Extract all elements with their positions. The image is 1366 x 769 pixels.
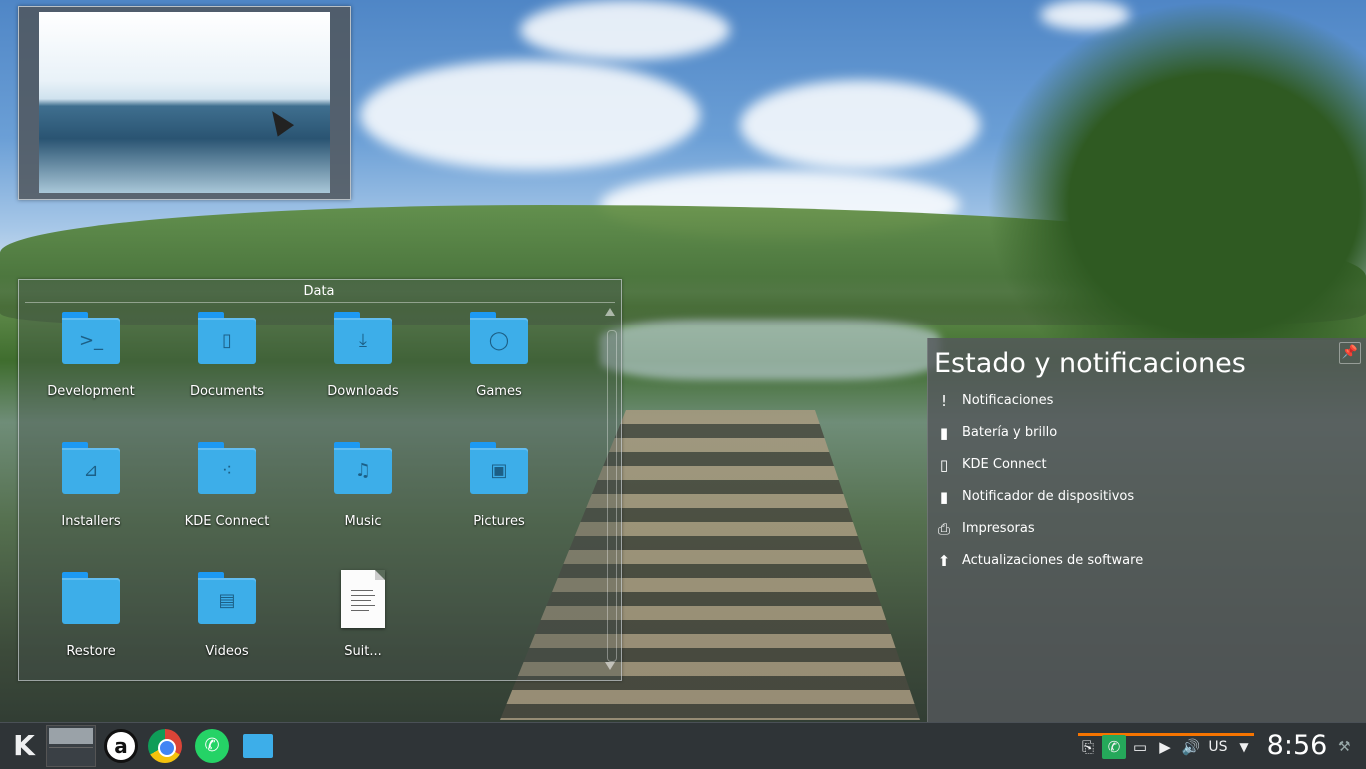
folder-item-label: Restore (66, 644, 116, 659)
scrollbar-track[interactable] (607, 330, 617, 662)
notif-item-bateria[interactable]: ▮ Batería y brillo (934, 421, 1354, 445)
clock[interactable]: 8:56 (1262, 727, 1332, 765)
notif-item-updates[interactable]: ⬆ Actualizaciones de software (934, 549, 1354, 573)
folder-item-videos[interactable]: ▤ Videos (167, 570, 287, 680)
software-updates-icon: ⬆ (937, 552, 951, 570)
volume-icon[interactable]: 🔊 (1180, 735, 1202, 759)
river (600, 320, 940, 380)
folder-item-label: Downloads (327, 384, 399, 399)
display-icon[interactable]: ▭ (1130, 735, 1150, 759)
folder-item-label: KDE Connect (184, 514, 270, 529)
window-thumbnail[interactable] (18, 6, 351, 200)
folder-item-pictures[interactable]: ▣ Pictures (439, 440, 559, 550)
battery-icon: ▮ (939, 424, 949, 442)
folder-kdeconnect-icon: ⁖ (198, 442, 256, 494)
folder-downloads-icon: ⤓ (334, 312, 392, 364)
scroll-up-icon[interactable] (605, 308, 615, 316)
folder-item-label: Music (344, 514, 382, 529)
folder-item-restore[interactable]: Restore (31, 570, 151, 680)
clipboard-icon[interactable]: ⎘ (1078, 735, 1098, 759)
folder-item-documents[interactable]: ▯ Documents (167, 310, 287, 420)
folder-games-icon: ◯ (470, 312, 528, 364)
folder-item-installers[interactable]: ⊿ Installers (31, 440, 151, 550)
kde-connect-tray-icon[interactable]: ✆ (1102, 735, 1126, 759)
right-trees (986, 0, 1366, 340)
notif-item-kde-connect[interactable]: ▯ KDE Connect (934, 453, 1354, 477)
desktop-1[interactable] (49, 728, 93, 744)
folder-item-label: Development (47, 384, 135, 399)
file-item-label: Suit... (344, 644, 382, 659)
notif-item-label: Actualizaciones de software (962, 553, 1144, 568)
file-manager-icon[interactable] (243, 734, 273, 758)
scroll-down-icon[interactable] (605, 662, 615, 670)
printer-icon: ⎙ (937, 520, 950, 538)
folder-item-games[interactable]: ◯ Games (439, 310, 559, 420)
cursor-icon (263, 105, 295, 137)
chrome-icon[interactable] (148, 729, 182, 763)
folder-view-title: Data (303, 284, 335, 299)
cloud (740, 80, 980, 170)
text-document-icon (341, 570, 385, 628)
notif-item-device-notifier[interactable]: ▮ Notificador de dispositivos (934, 485, 1354, 509)
folder-music-icon: ♫ (334, 442, 392, 494)
folder-item-label: Pictures (473, 514, 525, 529)
notif-item-label: Batería y brillo (962, 425, 1058, 440)
folder-icon (62, 572, 120, 624)
folder-view-widget[interactable]: Data >_ Development ▯ Documents ⤓ Downlo… (18, 279, 622, 681)
folder-videos-icon: ▤ (198, 572, 256, 624)
cloud (360, 60, 700, 170)
folder-development-icon: >_ (62, 312, 120, 364)
anydesk-icon[interactable]: a (104, 729, 138, 763)
keyboard-layout[interactable]: US (1205, 735, 1231, 759)
panel-title: Estado y notificaciones (934, 348, 1246, 379)
folder-item-label: Installers (61, 514, 121, 529)
notif-item-label: Impresoras (962, 521, 1035, 536)
desktop-2[interactable] (49, 747, 93, 764)
folder-item-label: Videos (205, 644, 249, 659)
folder-view-divider (25, 302, 615, 303)
folder-item-development[interactable]: >_ Development (31, 310, 151, 420)
folder-item-downloads[interactable]: ⤓ Downloads (303, 310, 423, 420)
whatsapp-icon[interactable]: ✆ (195, 729, 229, 763)
cloud (520, 0, 730, 60)
phone-icon: ▯ (939, 456, 949, 474)
panel-settings-icon[interactable]: ⚒ (1338, 735, 1358, 759)
status-notifications-panel: Estado y notificaciones 📌 ! Notificacion… (927, 338, 1366, 722)
folder-documents-icon: ▯ (198, 312, 256, 364)
pin-icon[interactable]: 📌 (1339, 342, 1361, 364)
folder-item-music[interactable]: ♫ Music (303, 440, 423, 550)
taskbar: K a ✆ ⎘ ✆ ▭ ▶ 🔊 US ▼ 8:56 ⚒ (0, 722, 1366, 769)
folder-pictures-icon: ▣ (470, 442, 528, 494)
virtual-desktop-pager[interactable] (46, 725, 96, 767)
notif-item-label: KDE Connect (962, 457, 1047, 472)
notif-item-impresoras[interactable]: ⎙ Impresoras (934, 517, 1354, 541)
notif-item-notificaciones[interactable]: ! Notificaciones (934, 389, 1354, 413)
thumbnail-image (39, 12, 330, 193)
tray-expand-icon[interactable]: ▼ (1234, 735, 1254, 759)
device-notifier-icon: ▮ (939, 488, 949, 506)
file-item-suit[interactable]: Suit... (303, 570, 423, 680)
folder-view-scrollbar[interactable] (605, 304, 617, 672)
folder-item-label: Documents (189, 384, 265, 399)
folder-item-label: Games (476, 384, 522, 399)
folder-item-kde-connect[interactable]: ⁖ KDE Connect (167, 440, 287, 550)
notif-item-label: Notificaciones (962, 393, 1054, 408)
media-player-icon[interactable]: ▶ (1155, 735, 1175, 759)
kde-logo-icon[interactable]: K (6, 728, 42, 764)
folder-installers-icon: ⊿ (62, 442, 120, 494)
notif-item-label: Notificador de dispositivos (962, 489, 1135, 504)
notifications-icon: ! (940, 392, 947, 410)
